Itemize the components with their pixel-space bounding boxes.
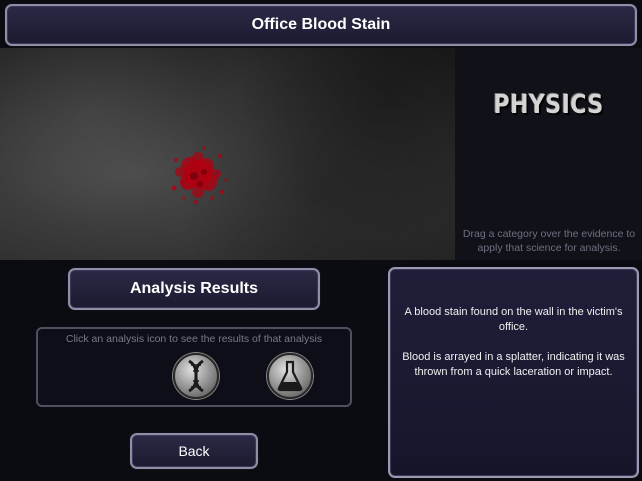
description-line-1: A blood stain found on the wall in the v… bbox=[404, 306, 623, 333]
back-button-label: Back bbox=[178, 443, 210, 459]
category-panel: PHYSICS Drag a category over the evidenc… bbox=[455, 48, 642, 260]
physics-category[interactable]: PHYSICS bbox=[469, 90, 628, 120]
flask-icon-glyph bbox=[277, 360, 303, 392]
flask-icon[interactable] bbox=[267, 353, 313, 399]
dna-icon-glyph bbox=[188, 359, 204, 393]
drag-hint: Drag a category over the evidence to app… bbox=[462, 228, 636, 254]
dna-icon[interactable] bbox=[173, 353, 219, 399]
evidence-description-panel: A blood stain found on the wall in the v… bbox=[388, 267, 639, 478]
title-bar: Office Blood Stain bbox=[5, 4, 637, 46]
back-button[interactable]: Back bbox=[130, 433, 258, 469]
analysis-results-title: Analysis Results bbox=[129, 280, 259, 297]
page-title: Office Blood Stain bbox=[251, 16, 391, 33]
evidence-view[interactable] bbox=[0, 48, 455, 260]
analysis-results-header: Analysis Results bbox=[68, 268, 320, 310]
description-line-2: Blood is arrayed in a splatter, indicati… bbox=[402, 351, 625, 378]
analysis-hint: Click an analysis icon to see the result… bbox=[65, 333, 323, 345]
blood-stain bbox=[171, 146, 228, 204]
analysis-icons-box: Click an analysis icon to see the result… bbox=[36, 327, 352, 407]
